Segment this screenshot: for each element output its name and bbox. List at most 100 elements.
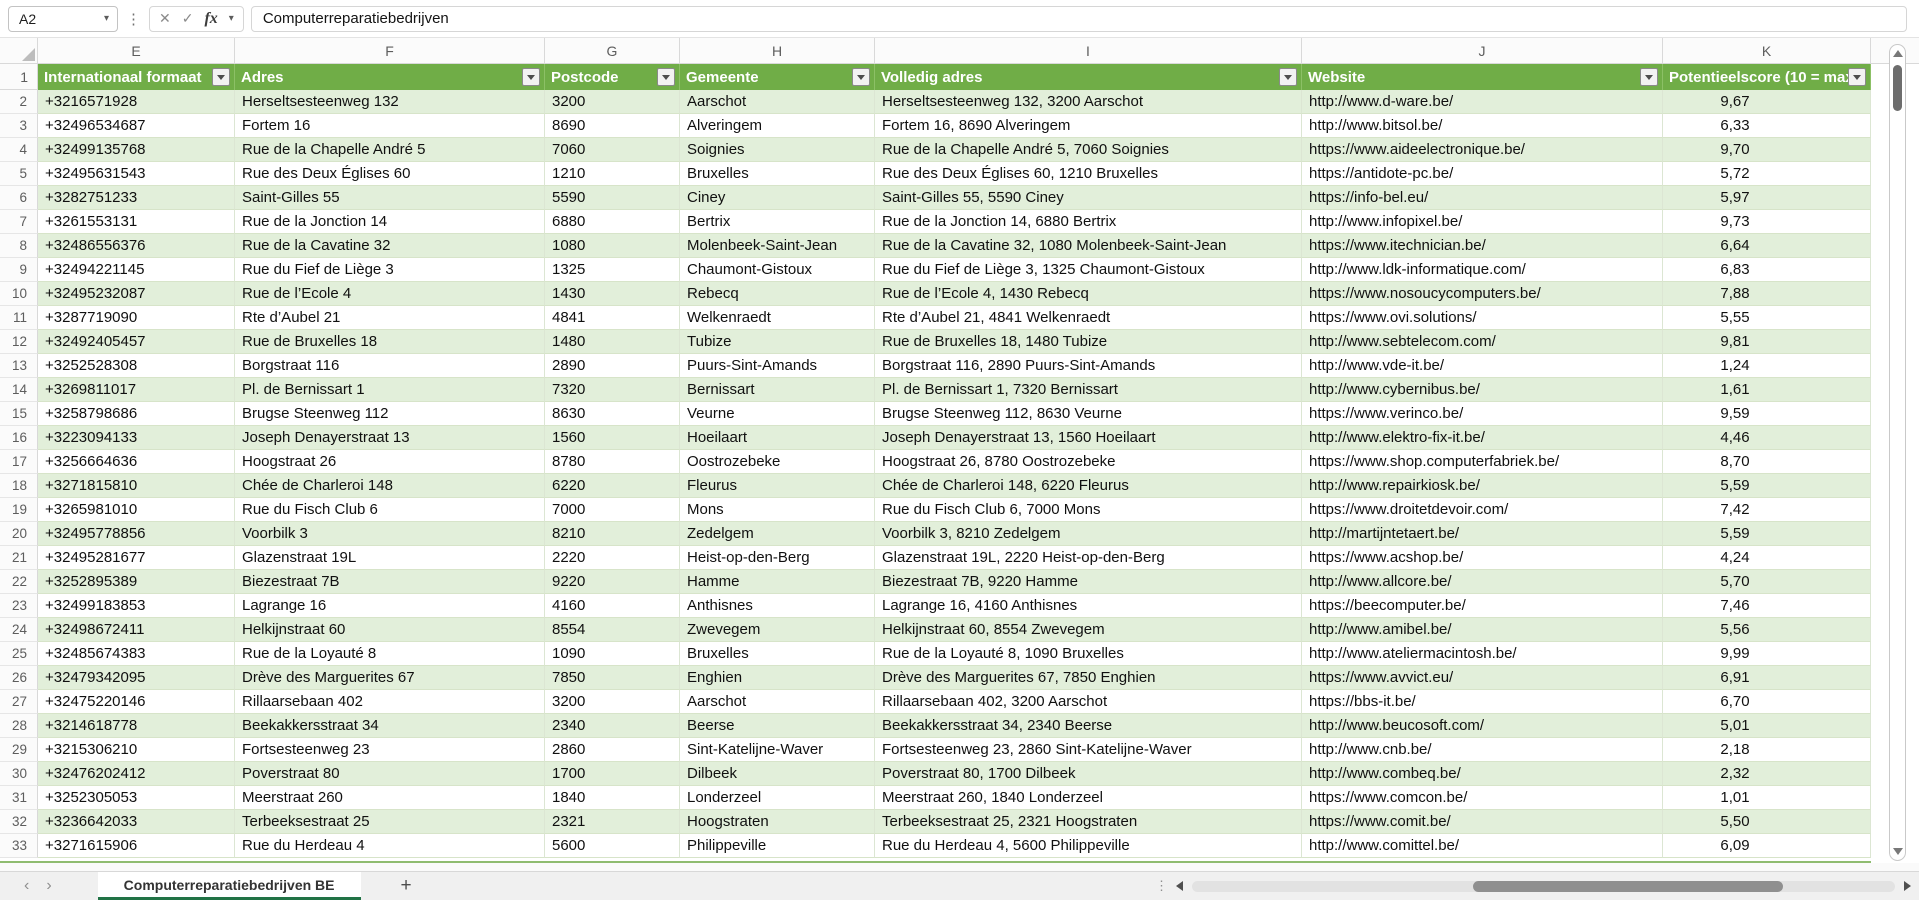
row-number[interactable]: 27 [0,690,38,714]
cell-internationaal-formaat[interactable]: +32494221145 [38,258,235,282]
prev-sheet-icon[interactable]: ‹ [24,878,29,894]
cell-gemeente[interactable]: Aarschot [680,90,875,114]
cell-volledig-adres[interactable]: Helkijnstraat 60, 8554 Zwevegem [875,618,1302,642]
column-letter[interactable]: G [545,38,680,64]
cell-gemeente[interactable]: Hoeilaart [680,426,875,450]
cell-website[interactable]: http://www.combeq.be/ [1302,762,1663,786]
cell-internationaal-formaat[interactable]: +3265981010 [38,498,235,522]
cell-postcode[interactable]: 8780 [545,450,680,474]
cell-potentieelscore[interactable]: 5,59 [1663,522,1871,546]
enter-icon[interactable]: ✓ [182,10,194,27]
cell-potentieelscore[interactable]: 6,09 [1663,834,1871,858]
cell-adres[interactable]: Biezestraat 7B [235,570,545,594]
cell-internationaal-formaat[interactable]: +32496534687 [38,114,235,138]
add-sheet-button[interactable]: + [401,875,412,897]
cell-website[interactable]: http://www.allcore.be/ [1302,570,1663,594]
cell-website[interactable]: https://www.aideelectronique.be/ [1302,138,1663,162]
cell-website[interactable]: https://www.droitetdevoir.com/ [1302,498,1663,522]
cell-internationaal-formaat[interactable]: +32495778856 [38,522,235,546]
cell-internationaal-formaat[interactable]: +32476202412 [38,762,235,786]
cell-potentieelscore[interactable]: 9,67 [1663,90,1871,114]
row-number[interactable]: 20 [0,522,38,546]
cell-postcode[interactable]: 1430 [545,282,680,306]
cell-internationaal-formaat[interactable]: +32495631543 [38,162,235,186]
cell-website[interactable]: http://www.sebtelecom.com/ [1302,330,1663,354]
cell-website[interactable]: https://www.comcon.be/ [1302,786,1663,810]
cell-gemeente[interactable]: Bernissart [680,378,875,402]
cell-gemeente[interactable]: Heist-op-den-Berg [680,546,875,570]
cell-gemeente[interactable]: Rebecq [680,282,875,306]
cell-postcode[interactable]: 7850 [545,666,680,690]
row-number[interactable]: 26 [0,666,38,690]
cell-postcode[interactable]: 2321 [545,810,680,834]
row-number[interactable]: 13 [0,354,38,378]
row-number[interactable]: 16 [0,426,38,450]
row-number[interactable]: 21 [0,546,38,570]
cell-gemeente[interactable]: Puurs-Sint-Amands [680,354,875,378]
cell-gemeente[interactable]: Alveringem [680,114,875,138]
cell-potentieelscore[interactable]: 4,46 [1663,426,1871,450]
cell-adres[interactable]: Rue du Fief de Liège 3 [235,258,545,282]
row-number[interactable]: 23 [0,594,38,618]
cell-adres[interactable]: Rte d’Aubel 21 [235,306,545,330]
cell-gemeente[interactable]: Soignies [680,138,875,162]
cell-adres[interactable]: Saint-Gilles 55 [235,186,545,210]
cell-potentieelscore[interactable]: 7,88 [1663,282,1871,306]
cell-potentieelscore[interactable]: 5,97 [1663,186,1871,210]
row-number[interactable]: 9 [0,258,38,282]
cell-potentieelscore[interactable]: 5,55 [1663,306,1871,330]
cell-adres[interactable]: Terbeeksestraat 25 [235,810,545,834]
vertical-scrollbar[interactable] [1889,44,1906,861]
select-all-corner[interactable] [0,38,38,64]
cell-potentieelscore[interactable]: 5,01 [1663,714,1871,738]
cell-internationaal-formaat[interactable]: +32499135768 [38,138,235,162]
cell-internationaal-formaat[interactable]: +32495281677 [38,546,235,570]
cell-postcode[interactable]: 3200 [545,690,680,714]
row-number[interactable]: 33 [0,834,38,858]
cell-website[interactable]: http://www.ateliermacintosh.be/ [1302,642,1663,666]
cell-postcode[interactable]: 5600 [545,834,680,858]
cell-postcode[interactable]: 3200 [545,90,680,114]
cell-website[interactable]: https://www.avvict.eu/ [1302,666,1663,690]
scroll-down-icon[interactable] [1892,848,1903,855]
cell-postcode[interactable]: 1090 [545,642,680,666]
header-cell[interactable]: Postcode [545,64,680,90]
cell-website[interactable]: http://www.cybernibus.be/ [1302,378,1663,402]
header-cell[interactable]: Potentieelscore (10 = max.) [1663,64,1871,90]
cell-potentieelscore[interactable]: 5,50 [1663,810,1871,834]
cell-postcode[interactable]: 7320 [545,378,680,402]
row-number[interactable]: 24 [0,618,38,642]
column-letter[interactable]: J [1302,38,1663,64]
cell-volledig-adres[interactable]: Rue de la Cavatine 32, 1080 Molenbeek-Sa… [875,234,1302,258]
next-sheet-icon[interactable]: › [46,878,51,894]
cell-volledig-adres[interactable]: Rue de la Chapelle André 5, 7060 Soignie… [875,138,1302,162]
cell-adres[interactable]: Joseph Denayerstraat 13 [235,426,545,450]
cell-adres[interactable]: Beekakkersstraat 34 [235,714,545,738]
cell-adres[interactable]: Rue des Deux Églises 60 [235,162,545,186]
cell-gemeente[interactable]: Oostrozebeke [680,450,875,474]
cell-potentieelscore[interactable]: 6,64 [1663,234,1871,258]
cell-volledig-adres[interactable]: Hoogstraat 26, 8780 Oostrozebeke [875,450,1302,474]
cell-website[interactable]: https://antidote-pc.be/ [1302,162,1663,186]
filter-dropdown-icon[interactable] [522,68,540,86]
cell-website[interactable]: http://martijntetaert.be/ [1302,522,1663,546]
header-cell[interactable]: Internationaal formaat [38,64,235,90]
cell-postcode[interactable]: 1325 [545,258,680,282]
cell-gemeente[interactable]: Hoogstraten [680,810,875,834]
row-number[interactable]: 12 [0,330,38,354]
cell-website[interactable]: http://www.vde-it.be/ [1302,354,1663,378]
cell-volledig-adres[interactable]: Pl. de Bernissart 1, 7320 Bernissart [875,378,1302,402]
column-letter[interactable]: F [235,38,545,64]
cell-adres[interactable]: Rue de la Cavatine 32 [235,234,545,258]
row-number[interactable]: 18 [0,474,38,498]
cell-adres[interactable]: Fortem 16 [235,114,545,138]
chevron-down-icon[interactable]: ▾ [104,13,109,24]
formula-input[interactable]: Computerreparatiebedrijven [250,5,1907,32]
cell-gemeente[interactable]: Welkenraedt [680,306,875,330]
cell-postcode[interactable]: 8630 [545,402,680,426]
name-box[interactable]: A2 ▾ [8,5,118,32]
cell-adres[interactable]: Voorbilk 3 [235,522,545,546]
cell-website[interactable]: https://info-bel.eu/ [1302,186,1663,210]
cell-volledig-adres[interactable]: Glazenstraat 19L, 2220 Heist-op-den-Berg [875,546,1302,570]
cell-website[interactable]: http://www.bitsol.be/ [1302,114,1663,138]
